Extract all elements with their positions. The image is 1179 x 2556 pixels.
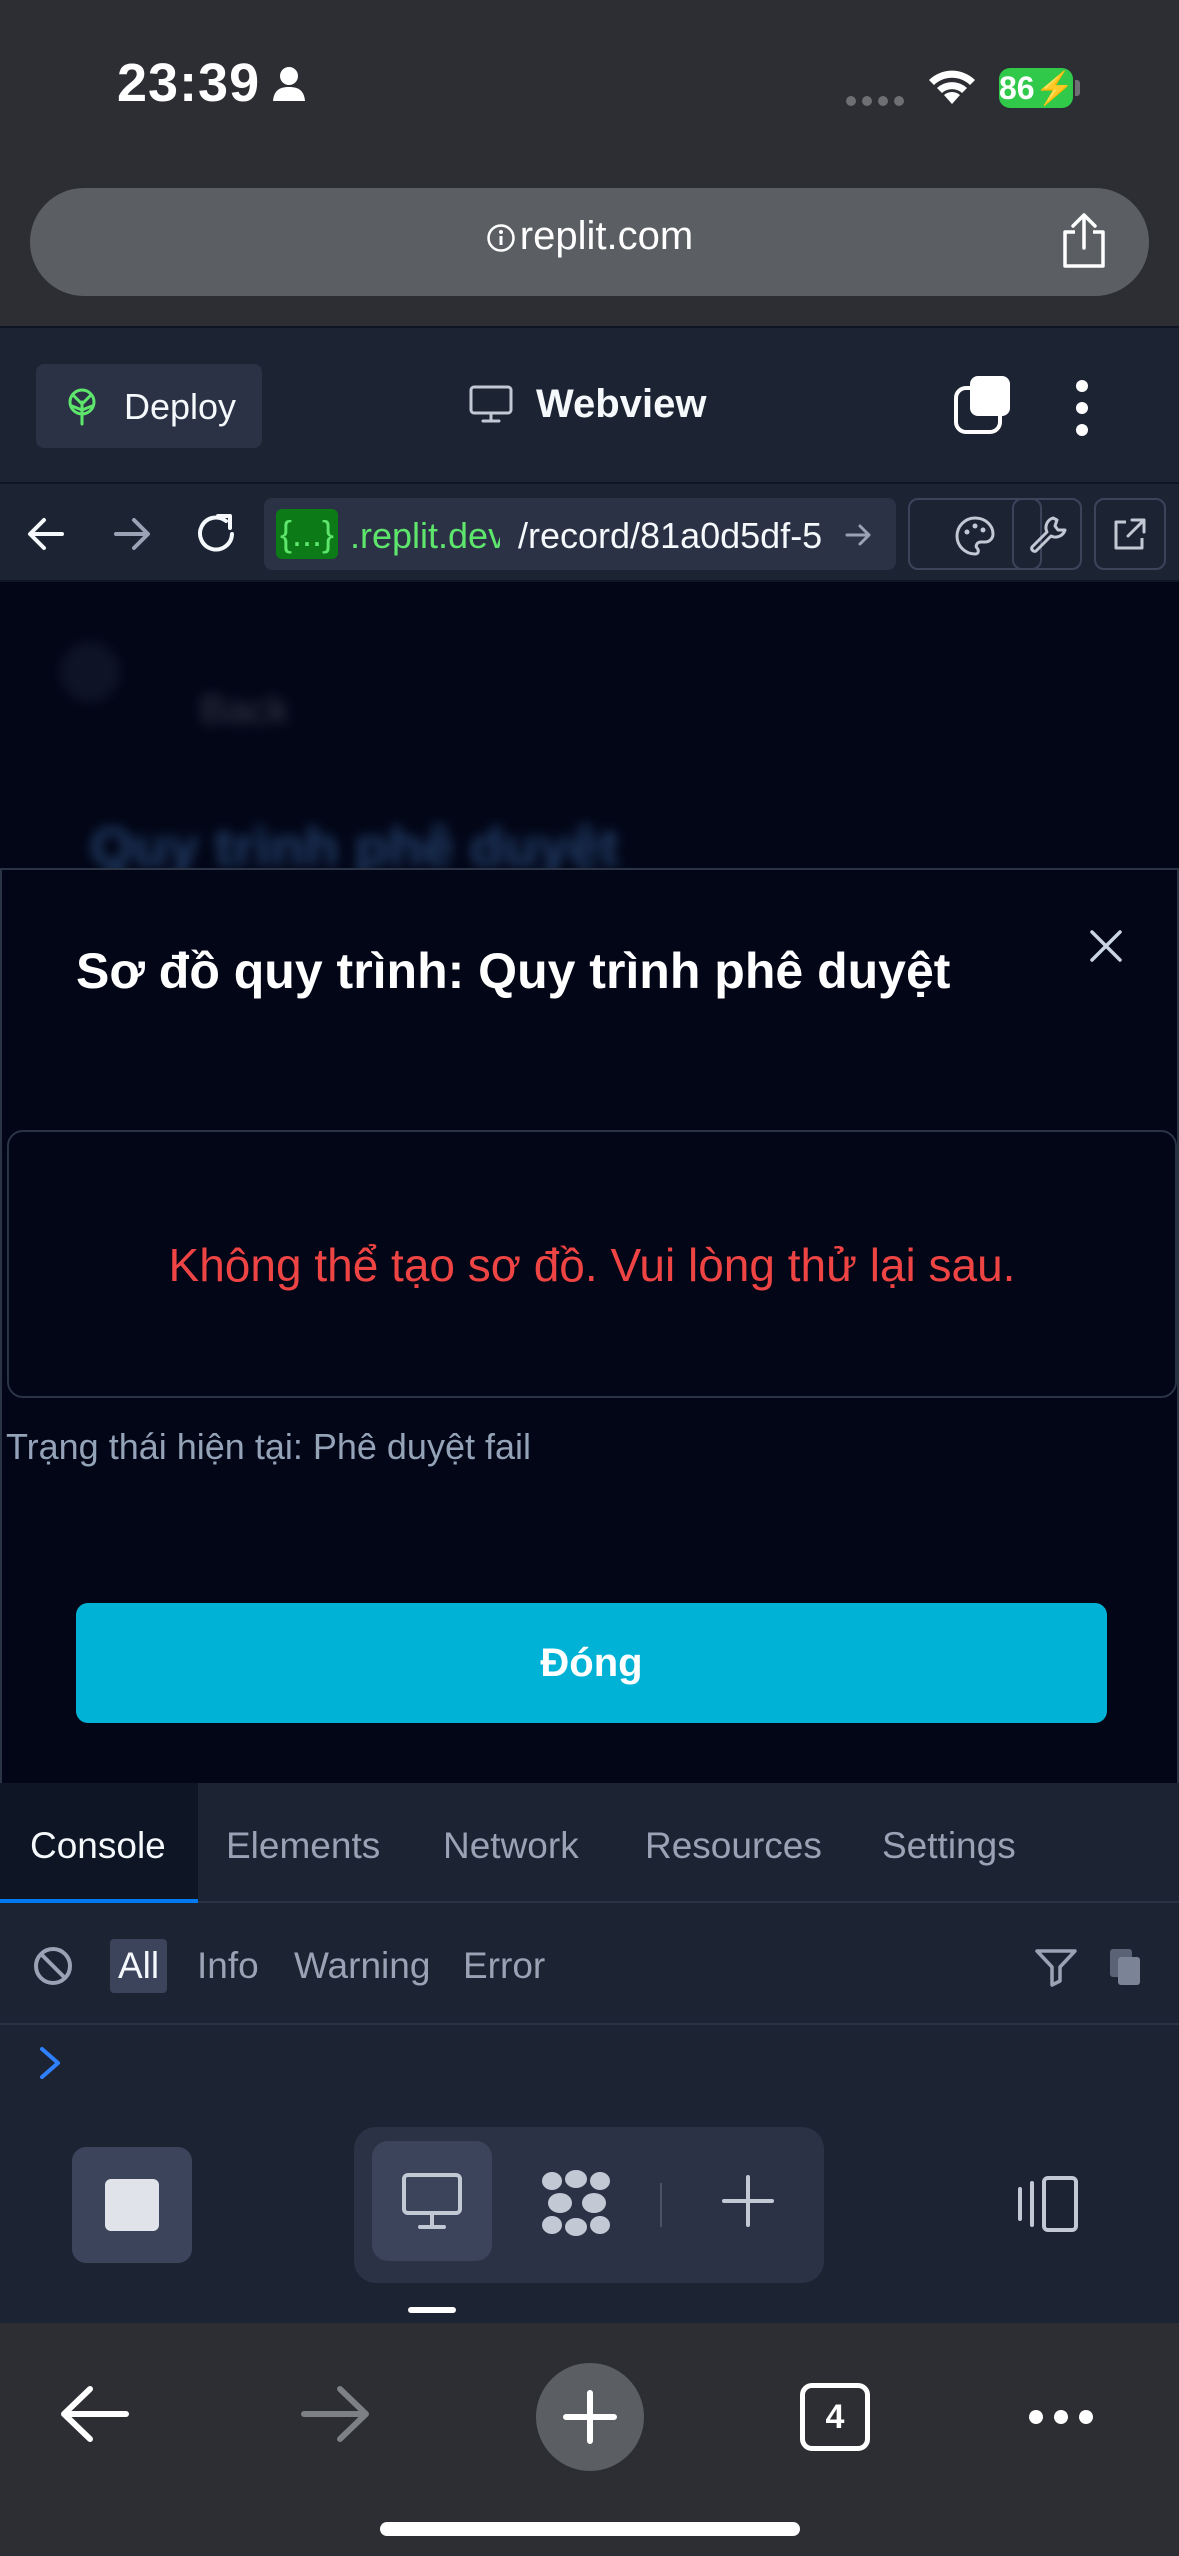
close-button[interactable]: Đóng (76, 1603, 1107, 1723)
devtools-button[interactable] (1012, 498, 1082, 570)
info-icon (487, 224, 515, 253)
palette-icon (955, 516, 995, 556)
wrench-icon (1030, 516, 1067, 553)
level-all[interactable]: All (110, 1939, 168, 1993)
monitor-icon (402, 2173, 462, 2229)
modal-title: Sơ đồ quy trình: Quy trình phê duyệt (76, 943, 951, 999)
address-bar-domain: replit.com (519, 214, 694, 258)
view-switcher (354, 2127, 824, 2283)
stop-icon (105, 2179, 159, 2231)
webview-nav-bar: {...} .replit.dev /record/81a0d5df-5 (0, 482, 1179, 582)
external-link-icon (1114, 518, 1146, 550)
level-error[interactable]: Error (463, 1945, 545, 1987)
wifi-icon (929, 70, 975, 104)
tab-elements[interactable]: Elements (226, 1825, 380, 1867)
current-status: Trạng thái hiện tại: Phê duyệt fail (6, 1426, 531, 1467)
tab-network[interactable]: Network (443, 1825, 579, 1867)
plus-icon (563, 2390, 617, 2444)
divider (660, 2183, 662, 2227)
stop-button[interactable] (72, 2147, 192, 2263)
level-warning[interactable]: Warning (294, 1945, 430, 1987)
open-new-tab-button[interactable] (1094, 498, 1166, 570)
tab-resources[interactable]: Resources (645, 1825, 822, 1867)
close-icon[interactable] (1086, 926, 1126, 966)
error-message: Không thể tạo sơ đồ. Vui lòng thử lại sa… (168, 1239, 1016, 1291)
clear-console-icon[interactable] (32, 1945, 74, 1987)
replit-bottom-toolbar (0, 2083, 1179, 2323)
filter-icon[interactable] (1034, 1947, 1078, 1987)
page-breadcrumb: Back (200, 688, 289, 732)
page-avatar (60, 642, 120, 702)
person-icon (273, 67, 305, 101)
home-indicator (380, 2522, 800, 2536)
safari-address-bar[interactable]: replit.com (30, 188, 1149, 296)
safari-forward-icon[interactable] (300, 2383, 372, 2445)
battery-indicator: 86⚡ (999, 68, 1075, 108)
sheet-grabber[interactable] (408, 2307, 456, 2313)
add-tool-button[interactable] (688, 2141, 808, 2261)
console-prompt-icon[interactable] (38, 2045, 62, 2081)
devtools-panel: Console Elements Network Resources Setti… (0, 1783, 1179, 2083)
webview-view-button[interactable] (372, 2141, 492, 2261)
agent-icon (542, 2170, 610, 2236)
deploy-label: Deploy (124, 386, 237, 427)
split-view-icon[interactable] (1010, 2175, 1080, 2233)
webview-tab-title[interactable]: Webview (470, 382, 706, 427)
devtools-tabs: Console Elements Network Resources Setti… (0, 1783, 1179, 1903)
agent-view-button[interactable] (516, 2141, 636, 2261)
status-time: 23:39 (117, 53, 261, 113)
more-icon[interactable] (1026, 2407, 1096, 2427)
level-info[interactable]: Info (197, 1945, 259, 1987)
reload-icon[interactable] (192, 510, 240, 558)
diagram-container: Không thể tạo sơ đồ. Vui lòng thử lại sa… (7, 1130, 1177, 1398)
status-bar: 23:39 86⚡ (0, 0, 1179, 160)
copy-icon[interactable] (1108, 1947, 1142, 1987)
safari-toolbar: 4 (0, 2323, 1179, 2556)
plus-icon (722, 2175, 774, 2227)
url-path: /record/81a0d5df-5 (518, 515, 823, 556)
panes-icon[interactable] (952, 374, 1012, 434)
more-options-icon[interactable] (1074, 378, 1090, 438)
url-repl-tag: {...} (276, 509, 339, 559)
deploy-icon (68, 388, 96, 426)
replit-header: Deploy Webview (0, 326, 1179, 482)
forward-arrow-icon[interactable] (112, 514, 152, 554)
deploy-button[interactable]: Deploy (36, 364, 262, 448)
console-filter-bar: All Info Warning Error (0, 1905, 1179, 2025)
tab-console[interactable]: Console (30, 1825, 166, 1867)
tab-settings[interactable]: Settings (882, 1825, 1016, 1867)
battery-tip (1075, 80, 1080, 96)
url-domain: .replit.dev (350, 515, 500, 556)
address-bar-url: replit.com (30, 214, 1149, 259)
webview-url-field[interactable]: {...} .replit.dev /record/81a0d5df-5 (264, 498, 896, 570)
share-icon[interactable] (1059, 212, 1109, 270)
go-arrow-icon[interactable] (844, 520, 874, 550)
cellular-signal-icon (846, 96, 904, 106)
new-tab-button[interactable] (536, 2363, 644, 2471)
safari-back-icon[interactable] (58, 2383, 130, 2445)
workflow-diagram-modal: Sơ đồ quy trình: Quy trình phê duyệt Khô… (0, 868, 1179, 1783)
back-arrow-icon[interactable] (26, 514, 66, 554)
tab-count-button[interactable]: 4 (800, 2383, 870, 2451)
